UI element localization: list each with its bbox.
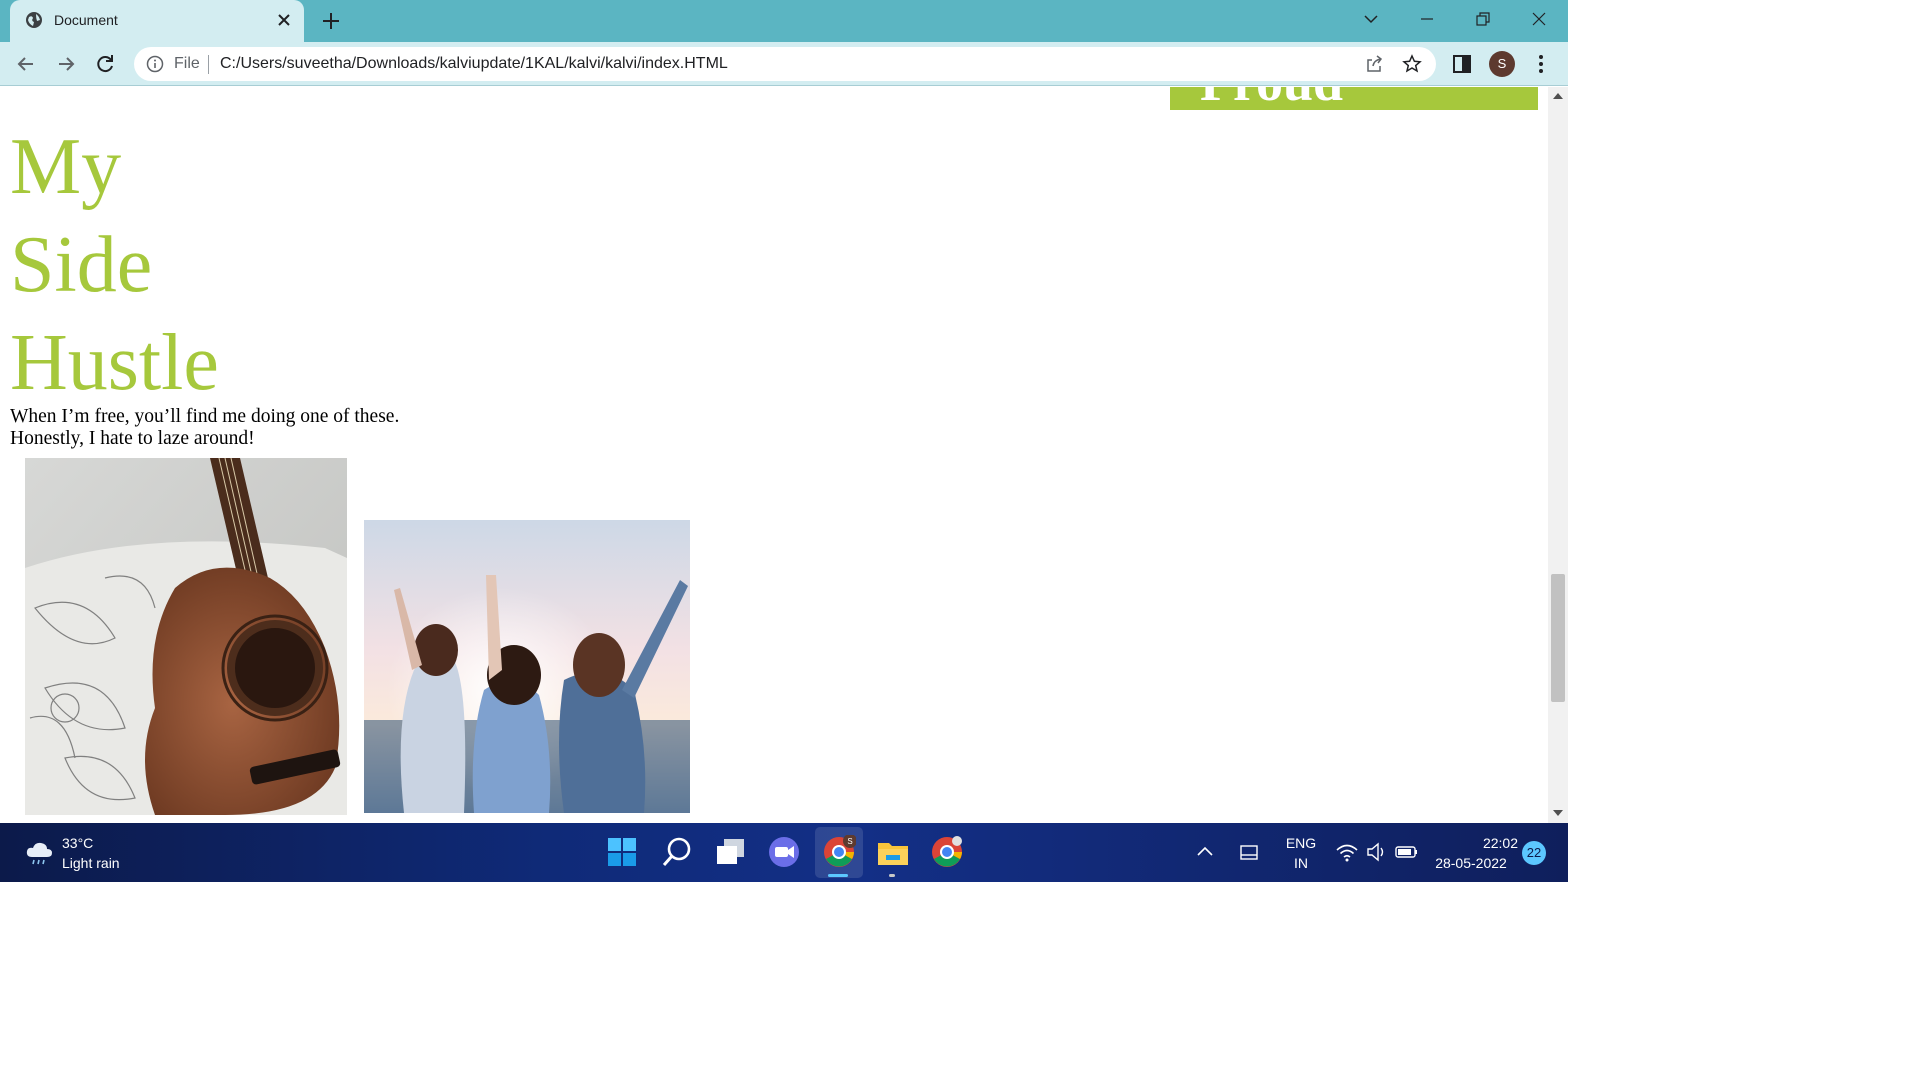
notification-badge[interactable]: 22 <box>1522 841 1546 865</box>
bookmark-star-icon[interactable] <box>1402 54 1422 74</box>
banner-block: Proud <box>1170 87 1538 110</box>
address-scheme: File <box>174 55 200 72</box>
language-line-1[interactable]: ENG <box>1284 835 1318 851</box>
address-separator <box>208 55 209 74</box>
share-icon[interactable] <box>1364 54 1384 74</box>
tab-search-icon[interactable] <box>1356 6 1386 32</box>
new-tab-icon[interactable] <box>320 10 342 32</box>
keyboard-icon[interactable] <box>1234 835 1264 869</box>
start-icon[interactable] <box>605 835 639 869</box>
tab-strip: Document <box>0 0 1568 42</box>
vertical-scrollbar[interactable] <box>1548 87 1568 823</box>
side-panel-icon[interactable] <box>1452 54 1472 74</box>
menu-icon[interactable] <box>1532 53 1550 75</box>
heading-line-1: My <box>10 123 122 211</box>
minimize-icon[interactable] <box>1412 6 1442 32</box>
intro-line-2: Honestly, I hate to laze around! <box>10 428 255 449</box>
close-tab-icon[interactable] <box>274 10 294 30</box>
chrome-alt-icon[interactable] <box>930 835 964 869</box>
chrome-icon[interactable]: S <box>822 835 856 869</box>
chat-icon[interactable] <box>767 835 801 869</box>
close-window-icon[interactable] <box>1524 6 1554 32</box>
task-view-icon[interactable] <box>714 835 748 869</box>
back-icon[interactable] <box>14 52 38 76</box>
scroll-down-icon[interactable] <box>1553 810 1563 816</box>
tab-title: Document <box>54 12 118 28</box>
info-icon[interactable] <box>146 55 164 73</box>
running-indicator <box>889 874 895 877</box>
heading-line-3: Hustle <box>10 319 219 407</box>
reload-icon[interactable] <box>93 52 117 76</box>
intro-line-1: When I’m free, you’ll find me doing one … <box>10 406 400 427</box>
heading-line-2: Side <box>10 221 153 309</box>
globe-icon <box>26 12 42 28</box>
cloud-rain-icon[interactable] <box>24 837 54 867</box>
active-indicator <box>828 874 848 877</box>
weather-temperature[interactable]: 33°C <box>62 835 93 851</box>
page-viewport: Proud My Side Hustle When I’m free, you’… <box>0 87 1548 823</box>
battery-icon[interactable] <box>1394 835 1420 869</box>
intro-text: When I’m free, you’ll find me doing one … <box>10 406 399 450</box>
banner-text: Proud <box>1200 87 1343 110</box>
weather-condition[interactable]: Light rain <box>62 855 120 871</box>
url-text[interactable]: C:/Users/suveetha/Downloads/kalviupdate/… <box>220 55 728 73</box>
scroll-up-icon[interactable] <box>1553 93 1563 99</box>
search-icon[interactable] <box>660 835 694 869</box>
clock-time[interactable]: 22:02 <box>1430 835 1518 851</box>
browser-toolbar: File C:/Users/suveetha/Downloads/kalviup… <box>0 42 1568 86</box>
taskbar: 33°C Light rain S ENG IN 22:02 28-05-202… <box>0 823 1568 882</box>
browser-tab[interactable]: Document <box>10 0 304 42</box>
volume-icon[interactable] <box>1364 835 1390 869</box>
address-bar[interactable]: File C:/Users/suveetha/Downloads/kalviup… <box>134 47 1436 81</box>
file-explorer-icon[interactable] <box>876 835 910 869</box>
language-line-2[interactable]: IN <box>1284 855 1318 871</box>
scroll-thumb[interactable] <box>1551 574 1565 702</box>
profile-avatar[interactable]: S <box>1489 51 1515 77</box>
restore-icon[interactable] <box>1468 6 1498 32</box>
chrome-profile-badge: S <box>847 837 852 846</box>
chevron-up-icon[interactable] <box>1190 835 1220 869</box>
clock-date[interactable]: 28-05-2022 <box>1430 855 1512 871</box>
wifi-icon[interactable] <box>1334 835 1360 869</box>
guitar-photo <box>25 458 347 815</box>
forward-icon[interactable] <box>54 52 78 76</box>
friends-sunset-photo <box>364 520 690 813</box>
